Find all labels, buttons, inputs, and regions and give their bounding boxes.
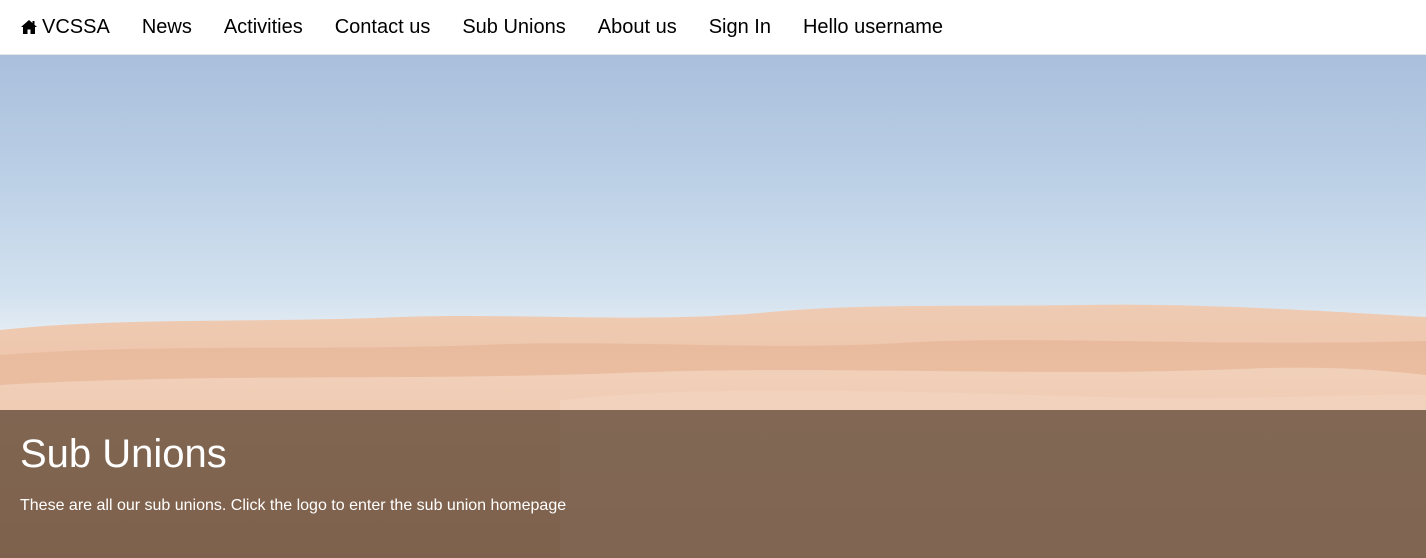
- brand-link[interactable]: VCSSA: [20, 16, 110, 39]
- top-navbar: VCSSA News Activities Contact us Sub Uni…: [0, 0, 1426, 55]
- brand-label: VCSSA: [42, 15, 110, 38]
- nav-activities[interactable]: Activities: [224, 16, 303, 39]
- hero-banner: Sub Unions These are all our sub unions.…: [0, 55, 1426, 558]
- nav-contact-us[interactable]: Contact us: [335, 16, 431, 39]
- nav-news[interactable]: News: [142, 16, 192, 39]
- nav-about-us[interactable]: About us: [598, 16, 677, 39]
- page-title: Sub Unions: [20, 432, 227, 476]
- nav-sub-unions[interactable]: Sub Unions: [462, 16, 565, 39]
- nav-user-greeting[interactable]: Hello username: [803, 16, 943, 39]
- home-icon: [21, 20, 37, 34]
- page-subtitle: These are all our sub unions. Click the …: [20, 497, 567, 514]
- nav-sign-in[interactable]: Sign In: [709, 16, 771, 39]
- hero-caption-panel: Sub Unions These are all our sub unions.…: [0, 410, 1426, 558]
